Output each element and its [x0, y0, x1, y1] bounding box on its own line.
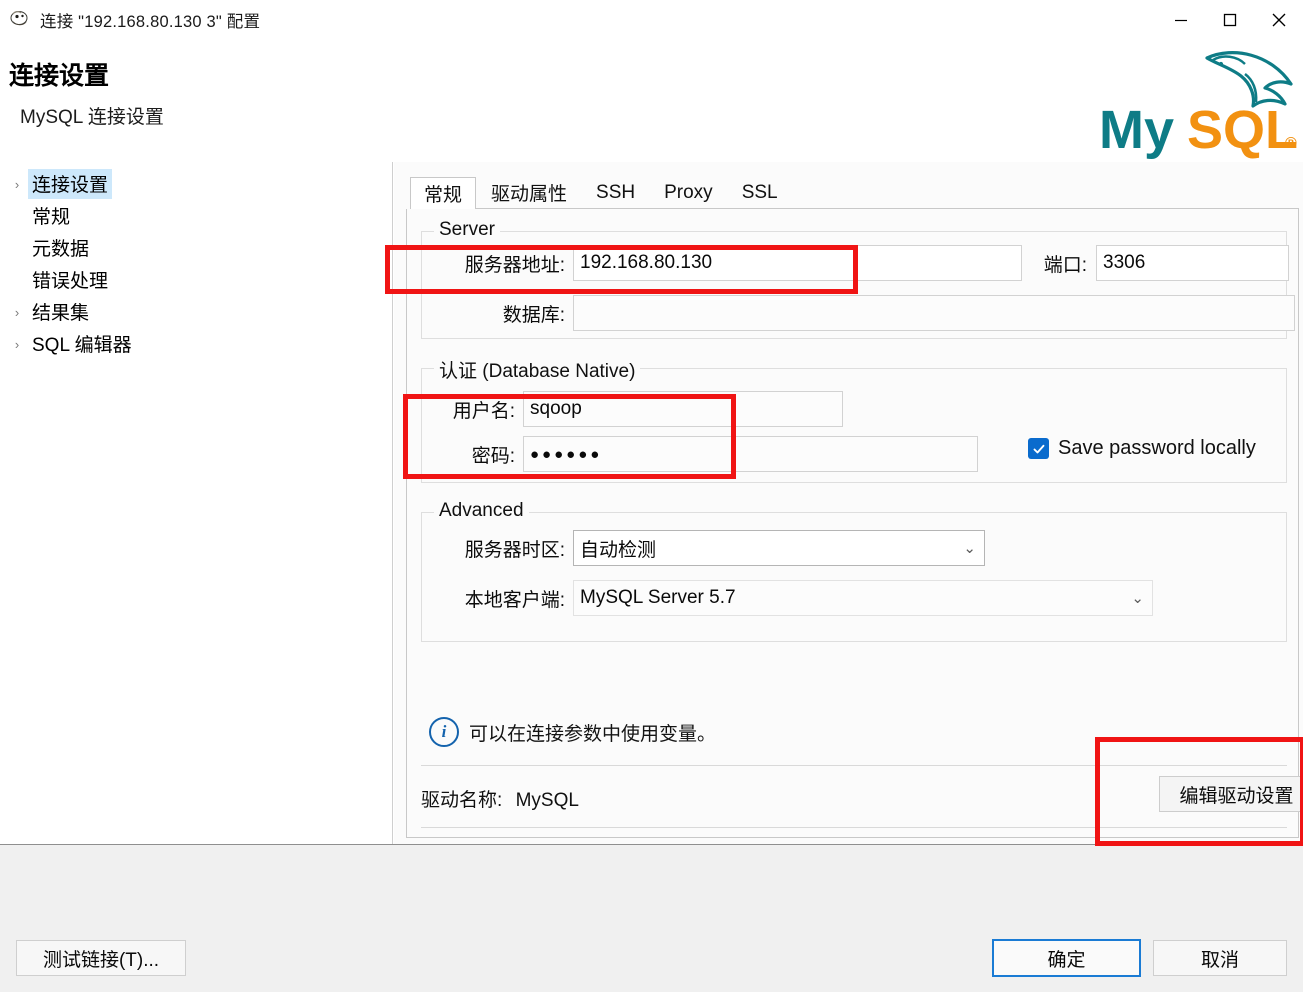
svg-text:SQL: SQL: [1187, 100, 1298, 160]
username-row: 用户名: sqoop: [429, 391, 843, 427]
sidebar-item-result-set[interactable]: › 结果集: [0, 296, 392, 328]
sidebar-item-label: 连接设置: [28, 169, 113, 199]
tab-general[interactable]: 常规: [410, 177, 477, 209]
bottom-separator: [421, 827, 1287, 828]
save-password-label: Save password locally: [1058, 437, 1256, 459]
cancel-button[interactable]: 取消: [1153, 940, 1287, 976]
window-title: 连接 "192.168.80.130 3" 配置: [40, 13, 261, 31]
chevron-right-icon[interactable]: ›: [6, 338, 28, 351]
tab-bar: 常规 驱动属性 SSH Proxy SSL: [410, 174, 1299, 209]
general-tab-panel: Server 服务器地址: 192.168.80.130 端口: 3306 数据…: [406, 209, 1303, 838]
sidebar-item-metadata[interactable]: 元数据: [0, 232, 392, 264]
minimize-button[interactable]: [1156, 0, 1205, 40]
timezone-value: 自动检测: [580, 539, 657, 561]
dialog-header: 连接设置 MySQL 连接设置 My SQL ®: [0, 40, 1303, 162]
advanced-group-title: Advanced: [434, 500, 529, 522]
tab-ssl[interactable]: SSL: [728, 176, 792, 208]
window-controls: [1156, 0, 1303, 40]
auth-group-title: 认证 (Database Native): [434, 356, 641, 383]
driver-value: MySQL: [515, 790, 579, 811]
ok-button[interactable]: 确定: [992, 939, 1141, 977]
password-row: 密码: ●●●●●●: [429, 436, 978, 472]
timezone-label: 服务器时区:: [464, 539, 565, 561]
sidebar-item-label: 常规: [32, 207, 71, 228]
dolphin-app-icon: [9, 9, 31, 31]
chevron-down-icon[interactable]: ⌄: [1131, 591, 1144, 606]
database-row: 数据库:: [429, 295, 1295, 331]
database-input[interactable]: [573, 295, 1295, 331]
database-label: 数据库:: [502, 304, 565, 326]
username-label: 用户名:: [452, 400, 515, 422]
test-connection-button[interactable]: 测试链接(T)...: [16, 940, 186, 976]
password-input[interactable]: ●●●●●●: [523, 436, 978, 472]
client-label: 本地客户端:: [464, 589, 565, 611]
client-value: MySQL Server 5.7: [580, 587, 736, 608]
sidebar-item-general[interactable]: 常规: [0, 200, 392, 232]
timezone-select[interactable]: 自动检测 ⌄: [573, 530, 985, 566]
page-subtitle: MySQL 连接设置: [20, 107, 164, 128]
chevron-right-icon[interactable]: ›: [6, 178, 28, 191]
settings-tree: › 连接设置 常规 元数据 错误处理 › 结果集 › SQL 编辑器: [0, 162, 393, 844]
dialog-footer: 测试链接(T)... 确定 取消: [0, 844, 1303, 992]
tab-proxy[interactable]: Proxy: [650, 176, 727, 208]
sidebar-item-label: 错误处理: [32, 271, 109, 292]
tab-ssh[interactable]: SSH: [582, 176, 649, 208]
chevron-right-icon[interactable]: ›: [6, 306, 28, 319]
client-row: 本地客户端: MySQL Server 5.7 ⌄: [429, 580, 1153, 616]
sidebar-item-label: 元数据: [32, 239, 90, 260]
maximize-button[interactable]: [1205, 0, 1254, 40]
title-bar: 连接 "192.168.80.130 3" 配置: [0, 0, 1303, 40]
host-row: 服务器地址: 192.168.80.130: [429, 245, 1022, 281]
host-input[interactable]: 192.168.80.130: [573, 245, 1022, 281]
main-area: › 连接设置 常规 元数据 错误处理 › 结果集 › SQL 编辑器 常规 驱动…: [0, 162, 1303, 844]
driver-label: 驱动名称:: [421, 790, 503, 811]
host-label: 服务器地址:: [464, 254, 565, 276]
variables-note: i 可以在连接参数中使用变量。: [429, 717, 716, 747]
sidebar-item-connection-settings[interactable]: › 连接设置: [0, 168, 392, 200]
tab-driver-properties[interactable]: 驱动属性: [477, 176, 581, 208]
driver-separator: [421, 765, 1287, 766]
driver-name-label: 驱动名称: MySQL: [421, 785, 579, 812]
svg-text:My: My: [1099, 100, 1174, 160]
sidebar-item-label: 结果集: [32, 303, 90, 324]
sidebar-item-sql-editor[interactable]: › SQL 编辑器: [0, 328, 392, 360]
port-row: 端口: 3306: [1027, 245, 1289, 281]
chevron-down-icon[interactable]: ⌄: [963, 541, 976, 556]
edit-driver-settings-button[interactable]: 编辑驱动设置: [1159, 776, 1303, 812]
port-input[interactable]: 3306: [1096, 245, 1289, 281]
password-label: 密码:: [471, 445, 515, 467]
close-button[interactable]: [1254, 0, 1303, 40]
checkbox-checked-icon[interactable]: [1028, 438, 1049, 459]
timezone-row: 服务器时区: 自动检测 ⌄: [429, 530, 985, 566]
settings-content: 常规 驱动属性 SSH Proxy SSL Server 服务器地址: 192.…: [394, 162, 1303, 844]
username-input[interactable]: sqoop: [523, 391, 843, 427]
variables-note-text: 可以在连接参数中使用变量。: [469, 723, 717, 745]
save-password-checkbox-row[interactable]: Save password locally: [1028, 437, 1256, 460]
info-icon: i: [429, 717, 459, 747]
sidebar-item-error-handling[interactable]: 错误处理: [0, 264, 392, 296]
svg-text:®: ®: [1285, 135, 1297, 152]
port-label: 端口:: [1043, 254, 1087, 276]
server-group-title: Server: [434, 219, 500, 241]
client-select[interactable]: MySQL Server 5.7 ⌄: [573, 580, 1153, 616]
mysql-logo: My SQL ®: [1095, 44, 1300, 162]
page-title: 连接设置: [9, 62, 110, 90]
sidebar-item-label: SQL 编辑器: [32, 335, 132, 356]
